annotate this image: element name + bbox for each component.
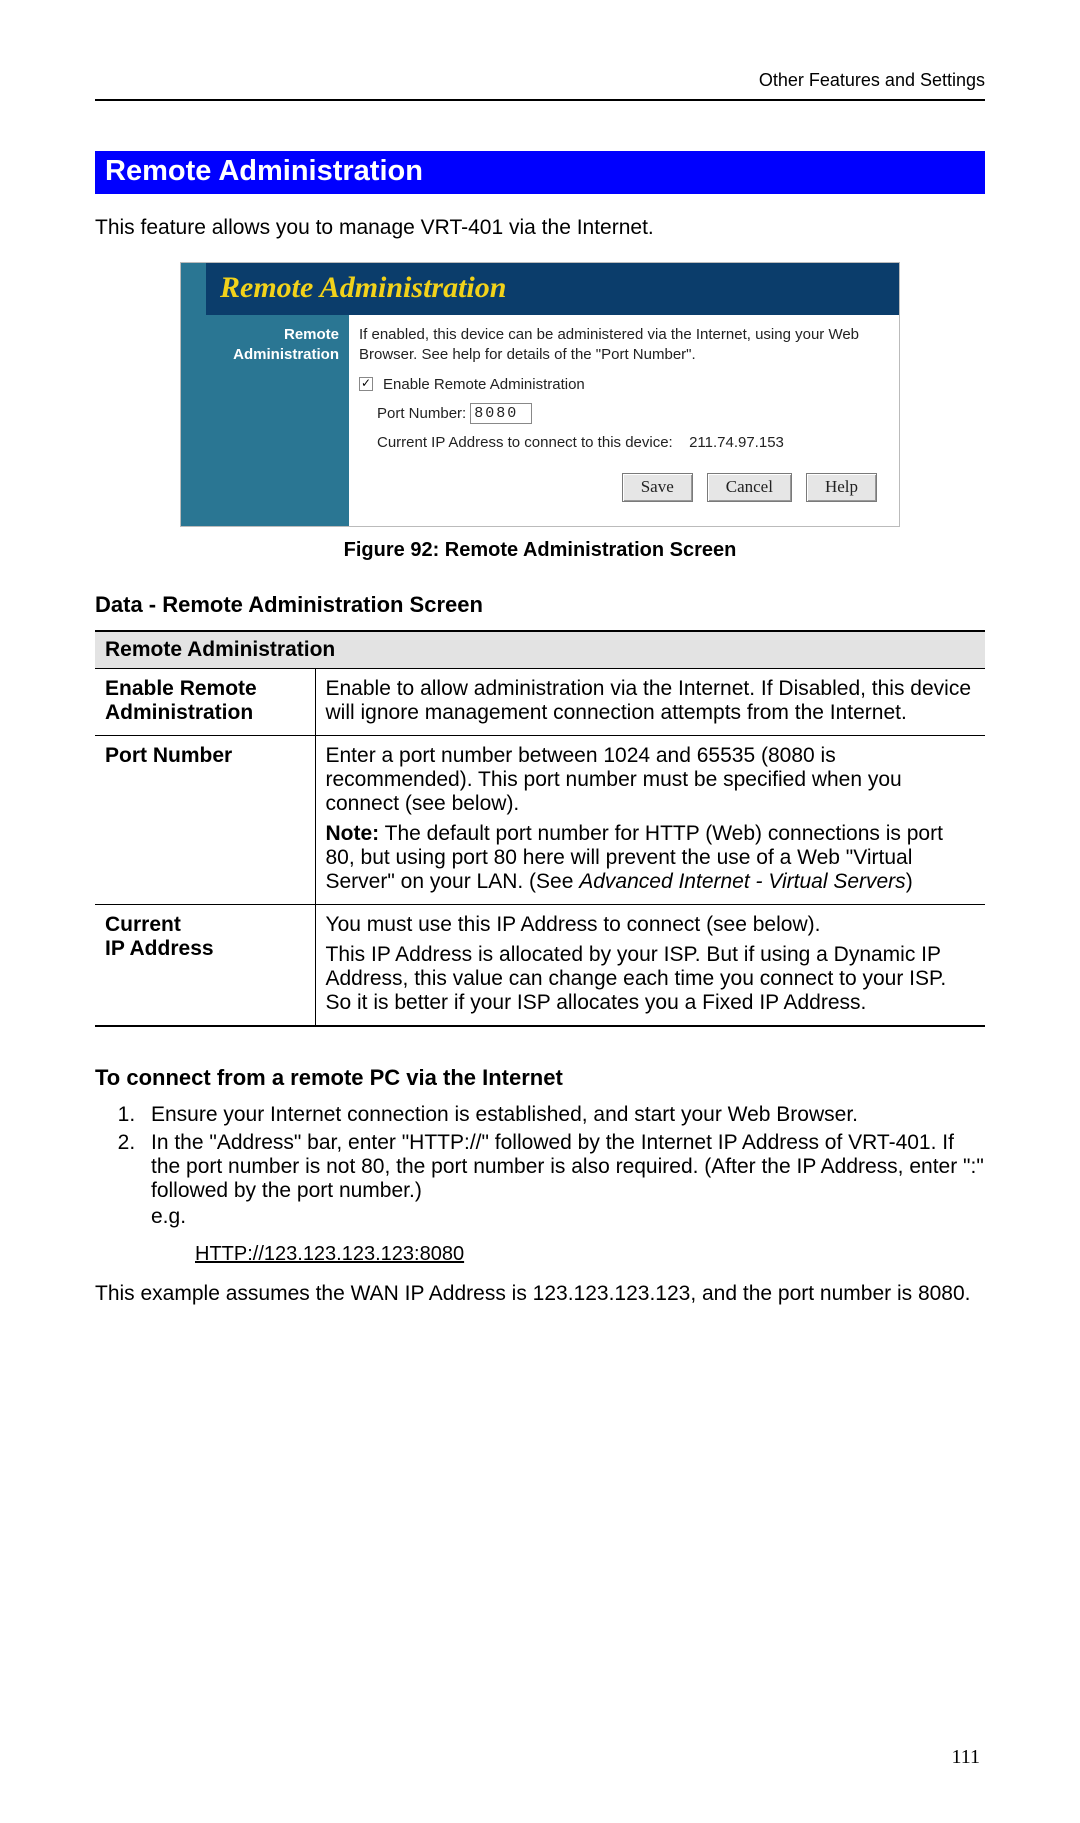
screenshot-banner-title: Remote Administration bbox=[206, 263, 899, 315]
data-table: Remote Administration Enable Remote Admi… bbox=[95, 630, 985, 1027]
page-number: 111 bbox=[951, 1746, 980, 1769]
cancel-button[interactable]: Cancel bbox=[707, 473, 792, 502]
enable-checkbox-label: Enable Remote Administration bbox=[383, 376, 585, 393]
table-desc-para: You must use this IP Address to connect … bbox=[326, 913, 976, 937]
connect-steps: Ensure your Internet connection is estab… bbox=[95, 1103, 985, 1229]
table-desc-para: Enter a port number between 1024 and 655… bbox=[326, 744, 976, 816]
list-item: In the "Address" bar, enter "HTTP://" fo… bbox=[141, 1131, 985, 1229]
breadcrumb: Other Features and Settings bbox=[95, 70, 985, 101]
table-term: Port Number bbox=[95, 735, 315, 904]
connect-heading: To connect from a remote PC via the Inte… bbox=[95, 1065, 985, 1091]
step-text: Ensure your Internet connection is estab… bbox=[151, 1103, 858, 1126]
current-ip-label: Current IP Address to connect to this de… bbox=[377, 434, 673, 451]
data-section-heading: Data - Remote Administration Screen bbox=[95, 592, 985, 618]
screenshot-panel: Remote Administration Remote Administrat… bbox=[180, 262, 900, 527]
table-group-header: Remote Administration bbox=[95, 631, 985, 669]
note-label: Note: bbox=[326, 822, 380, 845]
table-note: Note: The default port number for HTTP (… bbox=[326, 822, 976, 894]
table-term: Enable Remote Administration bbox=[95, 668, 315, 735]
screenshot-sidebar-line2: Administration bbox=[233, 346, 339, 363]
table-desc: Enter a port number between 1024 and 655… bbox=[315, 735, 985, 904]
list-item: Ensure your Internet connection is estab… bbox=[141, 1103, 985, 1127]
table-row: Current IP Address You must use this IP … bbox=[95, 904, 985, 1026]
enable-checkbox[interactable] bbox=[359, 377, 373, 391]
current-ip-value: 211.74.97.153 bbox=[689, 434, 784, 451]
url-link[interactable]: HTTP://123.123.123.123:8080 bbox=[195, 1243, 464, 1265]
closing-text: This example assumes the WAN IP Address … bbox=[95, 1282, 985, 1306]
intro-text: This feature allows you to manage VRT-40… bbox=[95, 216, 985, 240]
help-button[interactable]: Help bbox=[806, 473, 877, 502]
table-row: Port Number Enter a port number between … bbox=[95, 735, 985, 904]
table-desc: You must use this IP Address to connect … bbox=[315, 904, 985, 1026]
step-text: In the "Address" bar, enter "HTTP://" fo… bbox=[151, 1131, 984, 1202]
step-eg: e.g. bbox=[151, 1205, 985, 1229]
table-row: Enable Remote Administration Enable to a… bbox=[95, 668, 985, 735]
screenshot-description: If enabled, this device can be administe… bbox=[359, 325, 887, 366]
note-text-after: ) bbox=[906, 870, 913, 893]
save-button[interactable]: Save bbox=[622, 473, 693, 502]
table-term-word1: Current bbox=[105, 913, 181, 936]
figure-caption: Figure 92: Remote Administration Screen bbox=[95, 539, 985, 562]
screenshot-sidebar-strip bbox=[181, 263, 206, 315]
table-term: Current IP Address bbox=[95, 904, 315, 1026]
screenshot-sidebar-line1: Remote bbox=[284, 326, 339, 343]
url-example: HTTP://123.123.123.123:8080 bbox=[195, 1243, 985, 1266]
section-title: Remote Administration bbox=[95, 151, 985, 194]
port-number-input[interactable]: 8080 bbox=[470, 403, 532, 424]
table-term-word2: IP Address bbox=[105, 937, 214, 960]
table-desc-para: This IP Address is allocated by your ISP… bbox=[326, 943, 976, 1015]
note-italics: Advanced Internet - Virtual Servers bbox=[579, 870, 905, 893]
table-desc-para: Enable to allow administration via the I… bbox=[326, 677, 976, 725]
table-desc: Enable to allow administration via the I… bbox=[315, 668, 985, 735]
port-number-label: Port Number: bbox=[377, 405, 466, 422]
screenshot-sidebar: Remote Administration bbox=[181, 315, 349, 526]
